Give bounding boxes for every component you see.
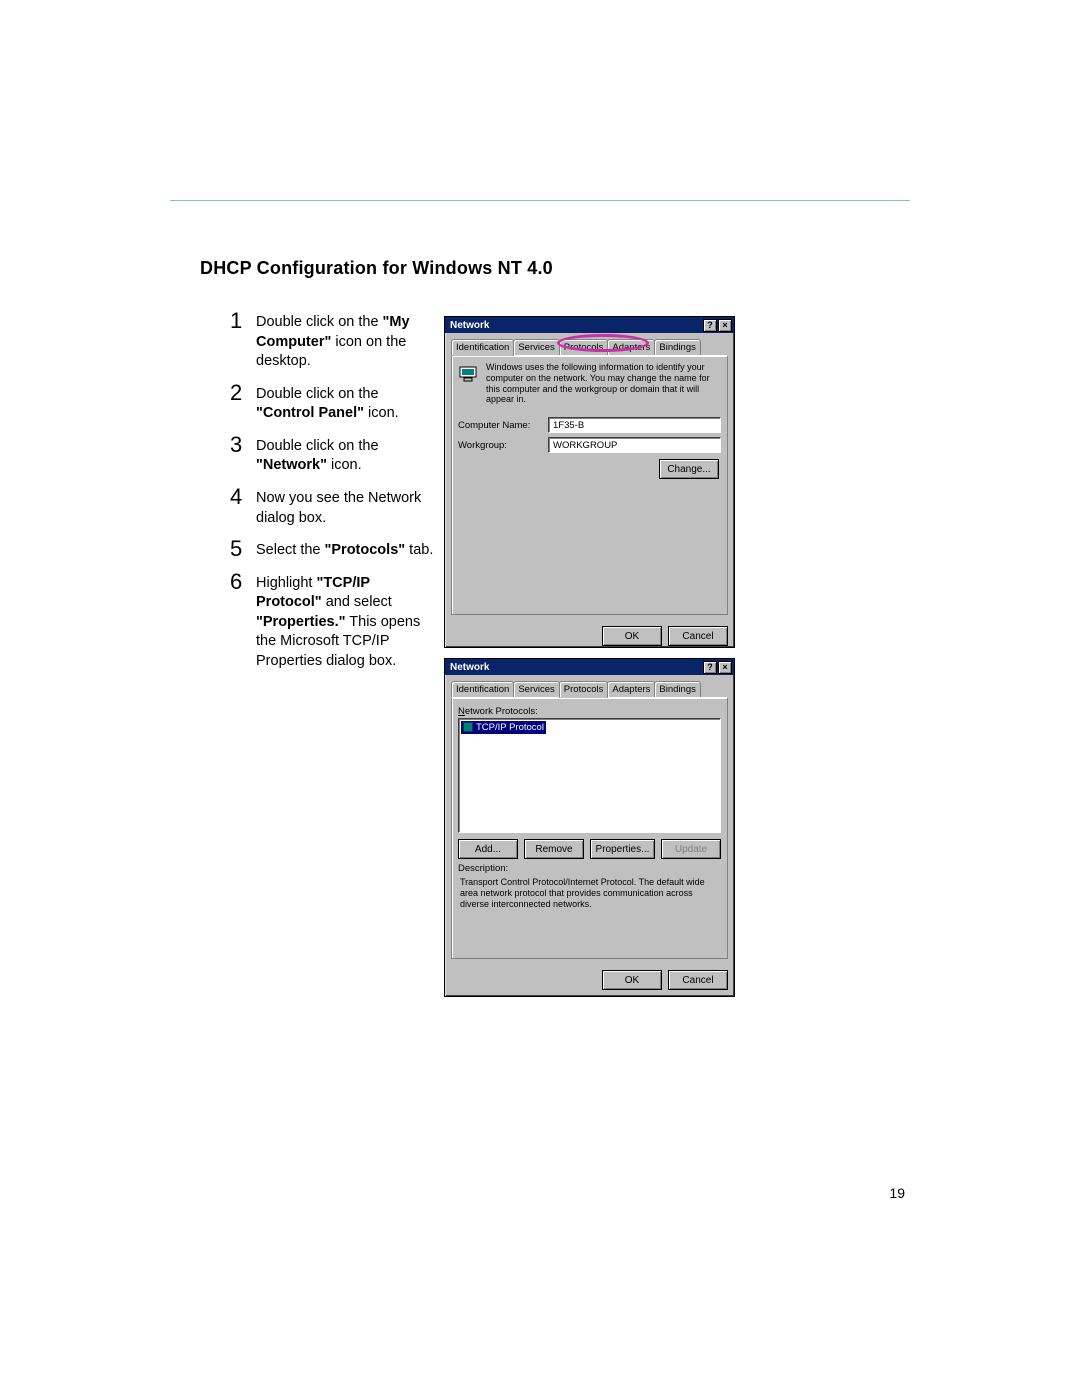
titlebar: Network ? ×	[445, 659, 734, 675]
page-number: 19	[889, 1185, 905, 1201]
protocols-listbox[interactable]: TCP/IP Protocol	[458, 718, 721, 833]
add-button[interactable]: Add...	[458, 839, 518, 859]
tab-adapters[interactable]: Adapters	[607, 339, 655, 356]
properties-button[interactable]: Properties...	[590, 839, 655, 859]
window-title: Network	[447, 662, 702, 673]
tab-identification[interactable]: Identification	[451, 339, 514, 356]
step-number: 5	[230, 538, 256, 561]
step-number: 4	[230, 486, 256, 528]
network-dialog-protocols: Network ? × Identification Services Prot…	[444, 658, 735, 997]
remove-button[interactable]: Remove	[524, 839, 584, 859]
network-dialog-identification: Network ? × Identification Services Prot…	[444, 316, 735, 648]
window-title: Network	[447, 320, 702, 331]
tab-protocols[interactable]: Protocols	[559, 681, 609, 698]
steps-list: 1 Double click on the "My Computer" icon…	[230, 310, 435, 681]
button-strip: Add... Remove Properties... Update	[458, 839, 721, 859]
titlebar: Network ? ×	[445, 317, 734, 333]
computer-icon	[458, 362, 480, 388]
step-number: 3	[230, 434, 256, 476]
computer-name-label: Computer Name:	[458, 420, 548, 431]
update-button: Update	[661, 839, 721, 859]
description-row: Windows uses the following information t…	[458, 362, 721, 405]
step-number: 6	[230, 571, 256, 672]
step-item: 6 Highlight "TCP/IP Protocol" and select…	[230, 571, 435, 672]
tab-adapters[interactable]: Adapters	[607, 681, 655, 698]
ok-button[interactable]: OK	[602, 626, 662, 646]
tab-strip: Identification Services Protocols Adapte…	[451, 339, 728, 356]
step-text: Highlight "TCP/IP Protocol" and select "…	[256, 571, 435, 672]
document-page: DHCP Configuration for Windows NT 4.0 1 …	[0, 0, 1080, 1397]
workgroup-value: WORKGROUP	[548, 437, 721, 453]
step-item: 2 Double click on the "Control Panel" ic…	[230, 382, 435, 424]
tab-panel: Windows uses the following information t…	[451, 355, 728, 615]
cancel-button[interactable]: Cancel	[668, 970, 728, 990]
change-button[interactable]: Change...	[659, 459, 719, 479]
tab-protocols[interactable]: Protocols	[559, 339, 609, 356]
step-text: Double click on the "Control Panel" icon…	[256, 382, 435, 424]
tab-panel: Network Protocols: TCP/IP Protocol Add..…	[451, 697, 728, 959]
step-number: 2	[230, 382, 256, 424]
close-button[interactable]: ×	[718, 661, 732, 674]
network-protocols-label: Network Protocols:	[458, 706, 721, 717]
description-label: Description:	[458, 863, 721, 874]
help-button[interactable]: ?	[703, 319, 717, 332]
help-button[interactable]: ?	[703, 661, 717, 674]
ok-button[interactable]: OK	[602, 970, 662, 990]
step-item: 3 Double click on the "Network" icon.	[230, 434, 435, 476]
step-item: 5 Select the "Protocols" tab.	[230, 538, 435, 561]
step-number: 1	[230, 310, 256, 372]
tab-bindings[interactable]: Bindings	[654, 339, 700, 356]
horizontal-rule	[170, 200, 910, 201]
tab-identification[interactable]: Identification	[451, 681, 514, 698]
close-button[interactable]: ×	[718, 319, 732, 332]
step-item: 1 Double click on the "My Computer" icon…	[230, 310, 435, 372]
section-heading: DHCP Configuration for Windows NT 4.0	[200, 258, 553, 279]
computer-name-value: 1F35-B	[548, 417, 721, 433]
computer-name-row: Computer Name: 1F35-B	[458, 417, 721, 433]
step-item: 4 Now you see the Network dialog box.	[230, 486, 435, 528]
tab-services[interactable]: Services	[513, 681, 559, 698]
description-text: Windows uses the following information t…	[486, 362, 721, 405]
description-text: Transport Control Protocol/Internet Prot…	[458, 875, 721, 909]
step-text: Now you see the Network dialog box.	[256, 486, 435, 528]
tab-strip: Identification Services Protocols Adapte…	[451, 681, 728, 698]
workgroup-label: Workgroup:	[458, 440, 548, 451]
step-text: Double click on the "My Computer" icon o…	[256, 310, 435, 372]
cancel-button[interactable]: Cancel	[668, 626, 728, 646]
tab-bindings[interactable]: Bindings	[654, 681, 700, 698]
tab-services[interactable]: Services	[513, 339, 559, 356]
protocol-icon	[463, 722, 473, 732]
list-item-selected[interactable]: TCP/IP Protocol	[461, 721, 546, 734]
workgroup-row: Workgroup: WORKGROUP	[458, 437, 721, 453]
step-text: Double click on the "Network" icon.	[256, 434, 435, 476]
dialog-buttons: OK Cancel	[445, 964, 734, 996]
dialog-buttons: OK Cancel	[445, 620, 734, 652]
step-text: Select the "Protocols" tab.	[256, 538, 435, 561]
